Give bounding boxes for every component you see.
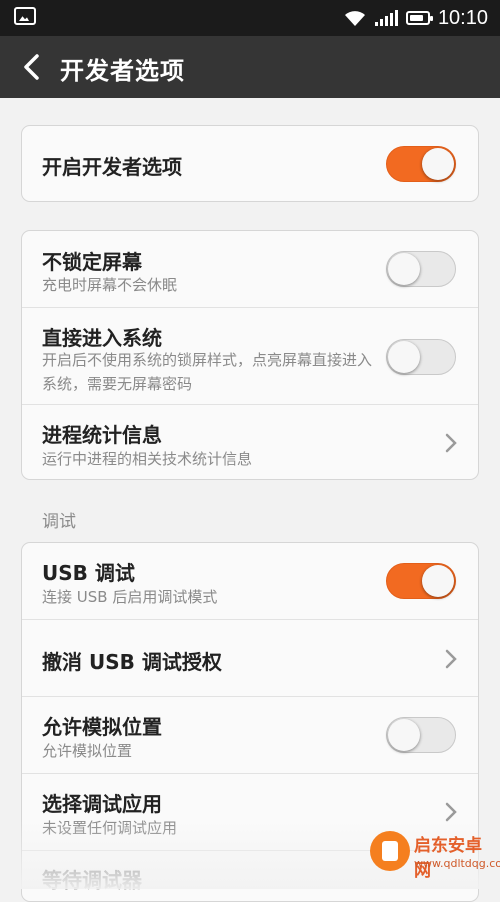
row-process-stats[interactable]: 进程统计信息 运行中进程的相关技术统计信息 — [22, 405, 478, 479]
wifi-icon — [344, 11, 365, 26]
toggle-knob — [388, 253, 420, 285]
row-subtitle: 运行中进程的相关技术统计信息 — [42, 450, 253, 468]
toggle-knob — [422, 565, 454, 597]
row-subtitle: 充电时屏幕不会休眠 — [42, 276, 178, 294]
status-time: 10:10 — [437, 6, 488, 29]
row-title: 允许模拟位置 — [42, 715, 162, 739]
toggle-switch[interactable] — [386, 339, 456, 375]
header-bar: 开发者选项 — [0, 36, 500, 98]
row-subtitle: 连接 USB 后启用调试模式 — [42, 588, 218, 606]
watermark-url: www.qdltdqg.com — [414, 857, 500, 870]
card-developer-toggle: 开启开发者选项 — [21, 125, 479, 202]
signal-icon — [374, 10, 398, 26]
card-general: 不锁定屏幕 充电时屏幕不会休眠 直接进入系统 开启后不使用系统的锁屏样式，点亮屏… — [21, 230, 479, 480]
row-title: 不锁定屏幕 — [42, 250, 142, 274]
chevron-left-icon[interactable] — [18, 52, 48, 82]
row-title: 直接进入系统 — [42, 326, 162, 350]
toggle-switch[interactable] — [386, 717, 456, 753]
toggle-switch[interactable] — [386, 146, 456, 182]
chevron-right-icon — [444, 802, 458, 822]
status-bar: 10:10 — [0, 0, 500, 36]
battery-icon — [405, 11, 433, 25]
toggle-knob — [388, 341, 420, 373]
chevron-right-icon — [444, 649, 458, 669]
row-subtitle: 允许模拟位置 — [42, 742, 133, 760]
row-title: 开启开发者选项 — [42, 155, 182, 179]
row-subtitle: 未设置任何调试应用 — [42, 819, 178, 837]
row-stay-awake[interactable]: 不锁定屏幕 充电时屏幕不会休眠 — [22, 231, 478, 308]
chevron-right-icon — [444, 433, 458, 453]
toggle-knob — [388, 719, 420, 751]
toggle-switch[interactable] — [386, 563, 456, 599]
row-title: 进程统计信息 — [42, 423, 162, 447]
row-usb-debugging[interactable]: USB 调试 连接 USB 后启用调试模式 — [22, 543, 478, 620]
toggle-knob — [422, 148, 454, 180]
section-label-debug: 调试 — [42, 512, 76, 532]
row-mock-location[interactable]: 允许模拟位置 允许模拟位置 — [22, 697, 478, 774]
row-enable-developer-options[interactable]: 开启开发者选项 — [22, 126, 478, 201]
image-icon — [14, 7, 36, 25]
row-title: 选择调试应用 — [42, 792, 162, 816]
toggle-switch[interactable] — [386, 251, 456, 287]
row-title: USB 调试 — [42, 561, 135, 585]
row-direct-enter-system[interactable]: 直接进入系统 开启后不使用系统的锁屏样式，点亮屏幕直接进入系统，需要无屏幕密码 — [22, 308, 478, 405]
row-revoke-usb-auth[interactable]: 撤消 USB 调试授权 — [22, 620, 478, 697]
watermark-logo-icon — [370, 831, 410, 871]
page-title: 开发者选项 — [60, 57, 185, 85]
row-subtitle: 开启后不使用系统的锁屏样式，点亮屏幕直接进入系统，需要无屏幕密码 — [42, 351, 373, 393]
row-title: 撤消 USB 调试授权 — [42, 650, 222, 674]
watermark: 启东安卓网 www.qdltdqg.com — [370, 827, 500, 883]
watermark-name: 启东安卓网 — [414, 836, 482, 881]
